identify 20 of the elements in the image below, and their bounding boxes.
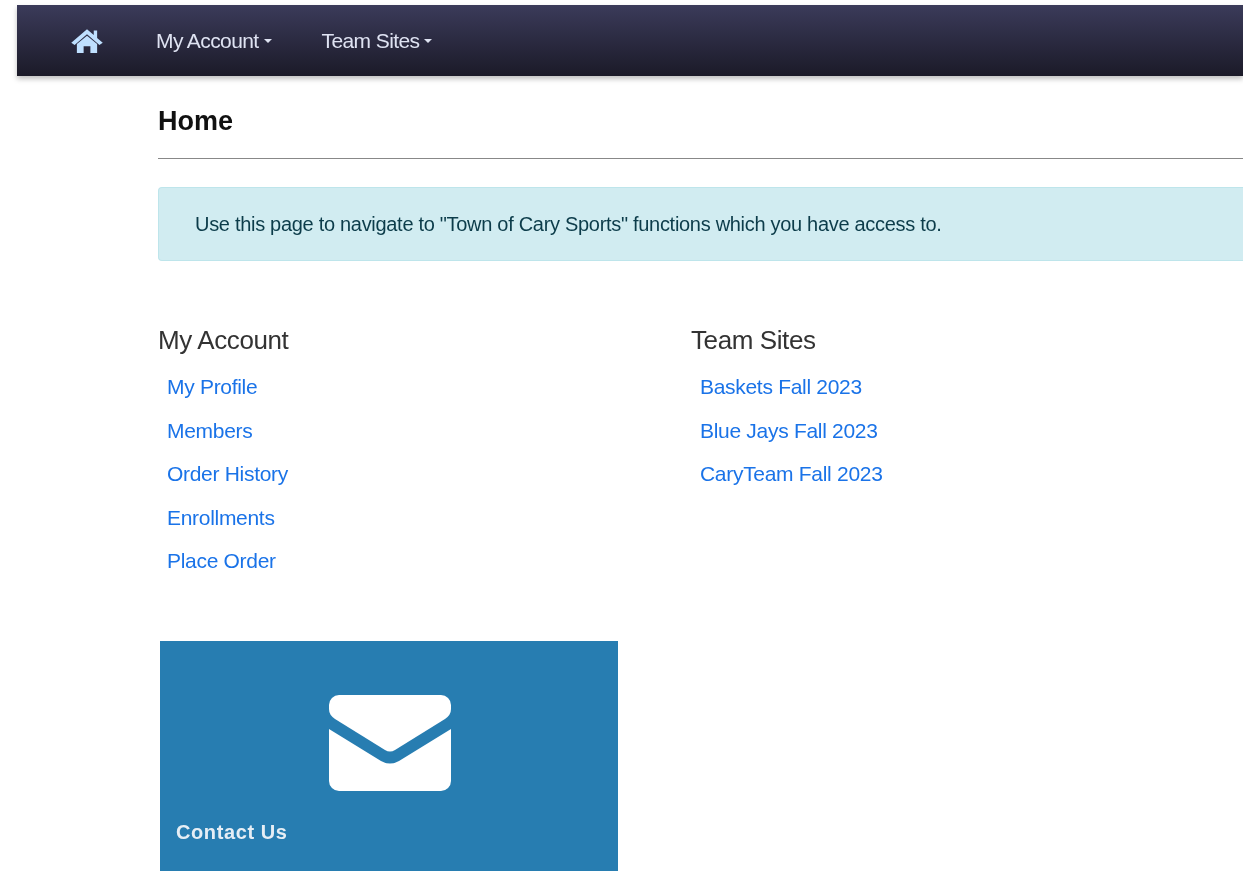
section-link[interactable]: CaryTeam Fall 2023 [700, 452, 883, 496]
section-link[interactable]: Enrollments [167, 495, 275, 539]
alert-text: Use this page to navigate to "Town of Cary Sports" functions which you have access to. [195, 212, 942, 236]
section-heading: Team Sites [691, 324, 816, 357]
section-link[interactable]: Blue Jays Fall 2023 [700, 408, 878, 452]
caret-icon [263, 38, 272, 43]
tile-label: Contact Us [176, 820, 288, 844]
section-link[interactable]: Members [167, 408, 253, 452]
home-icon[interactable] [70, 27, 104, 54]
section-heading: My Account [158, 324, 289, 357]
section-link[interactable]: My Profile [167, 365, 258, 409]
nav-menu[interactable]: My Account [156, 28, 272, 53]
section-link[interactable]: Order History [167, 452, 288, 496]
section-link[interactable]: Baskets Fall 2023 [700, 365, 862, 409]
envelope-icon [329, 694, 451, 791]
contact-tile[interactable]: Contact Us [160, 640, 618, 871]
page-title: Home [158, 105, 234, 138]
nav-menu[interactable]: Team Sites [321, 28, 433, 53]
caret-icon [424, 38, 433, 43]
section-link[interactable]: Place Order [167, 539, 276, 583]
